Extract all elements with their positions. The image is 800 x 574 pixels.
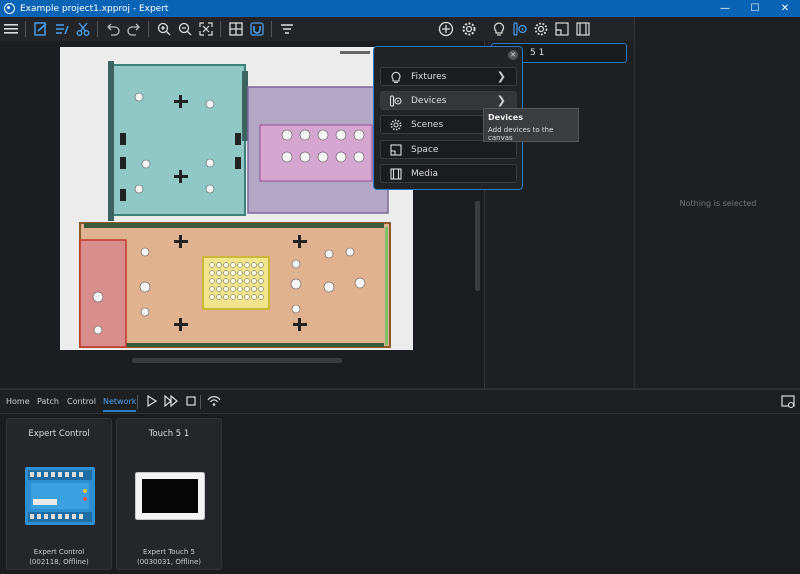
device-card[interactable]: Expert Control Expert Control (002118, O… — [6, 418, 112, 570]
grid-icon[interactable] — [226, 19, 246, 39]
scene-icon[interactable] — [531, 19, 551, 39]
window-title: Example project1.xpproj - Expert — [20, 3, 169, 14]
floor-plan[interactable] — [60, 47, 413, 350]
tab-control[interactable]: Control — [67, 397, 96, 406]
chevron-right-icon: ❯ — [496, 94, 506, 107]
properties-panel: Nothing is selected — [634, 17, 800, 388]
close-popup-button[interactable]: ✕ — [508, 50, 518, 60]
hamburger-menu-icon[interactable] — [1, 19, 21, 39]
network-scan-icon[interactable] — [206, 393, 222, 412]
bulb-icon — [387, 68, 405, 86]
bulb-icon[interactable] — [489, 19, 509, 39]
horizontal-scrollbar[interactable] — [132, 358, 342, 363]
list-edit-icon[interactable] — [52, 19, 72, 39]
space-icon — [387, 141, 405, 159]
film-icon — [387, 165, 405, 183]
network-settings-icon[interactable] — [781, 395, 795, 412]
menu-item-space[interactable]: Space — [380, 140, 517, 159]
maximize-button[interactable]: ☐ — [740, 0, 770, 17]
menu-item-media[interactable]: Media — [380, 164, 517, 183]
app-icon — [4, 3, 15, 14]
vertical-scrollbar[interactable] — [475, 201, 480, 291]
minimize-button[interactable]: — — [710, 0, 740, 17]
devices-tooltip: Devices Add devices to the canvas — [483, 108, 579, 142]
fast-forward-icon[interactable] — [164, 394, 178, 410]
fit-to-screen-icon[interactable] — [196, 19, 216, 39]
play-icon[interactable] — [146, 394, 158, 410]
tooltip-title: Devices — [488, 113, 523, 122]
panel-toolbar — [484, 17, 634, 41]
menu-item-fixtures[interactable]: Fixtures ❯ — [380, 67, 517, 86]
tab-home[interactable]: Home — [6, 397, 30, 406]
scene-icon — [387, 116, 405, 134]
device-card[interactable]: Touch 5 1 Expert Touch 5 (0030031, Offli… — [116, 418, 222, 570]
device-card-info: (0030031, Offline) — [136, 558, 202, 566]
title-bar: Example project1.xpproj - Expert — ☐ ✕ — [0, 0, 800, 17]
main-toolbar — [0, 17, 484, 41]
tooltip-description: Add devices to the canvas — [488, 126, 554, 142]
nothing-selected-label: Nothing is selected — [679, 199, 757, 208]
device-card-title: Expert Control — [28, 429, 90, 439]
bottom-tabs-bar: Home Patch Control Network — [0, 390, 800, 414]
settings-gear-icon[interactable] — [458, 19, 480, 39]
add-circle-icon[interactable] — [435, 19, 457, 39]
chevron-right-icon: ❯ — [496, 70, 506, 83]
close-window-button[interactable]: ✕ — [770, 0, 800, 17]
device-card-name: Expert Touch 5 — [143, 548, 195, 556]
cut-icon[interactable] — [73, 19, 93, 39]
device-card-title: Touch 5 1 — [148, 429, 190, 439]
touch-panel-device-icon — [134, 471, 206, 523]
tab-patch[interactable]: Patch — [37, 397, 59, 406]
tab-network[interactable]: Network — [103, 397, 137, 412]
zoom-out-icon[interactable] — [175, 19, 195, 39]
controller-device-icon — [25, 467, 95, 528]
filter-icon[interactable] — [277, 19, 297, 39]
snap-magnet-icon[interactable] — [247, 19, 267, 39]
device-card-info: (002118, Offline) — [29, 558, 89, 566]
device-icon[interactable] — [510, 19, 530, 39]
device-card-name: Expert Control — [33, 548, 85, 556]
film-icon[interactable] — [573, 19, 593, 39]
zoom-in-icon[interactable] — [154, 19, 174, 39]
undo-icon[interactable] — [103, 19, 123, 39]
device-icon — [387, 92, 405, 110]
network-devices-area: Expert Control Expert Control (002118, O… — [0, 414, 800, 574]
space-icon[interactable] — [552, 19, 572, 39]
edit-layout-icon[interactable] — [31, 19, 51, 39]
stop-icon[interactable] — [185, 395, 197, 410]
redo-icon[interactable] — [124, 19, 144, 39]
